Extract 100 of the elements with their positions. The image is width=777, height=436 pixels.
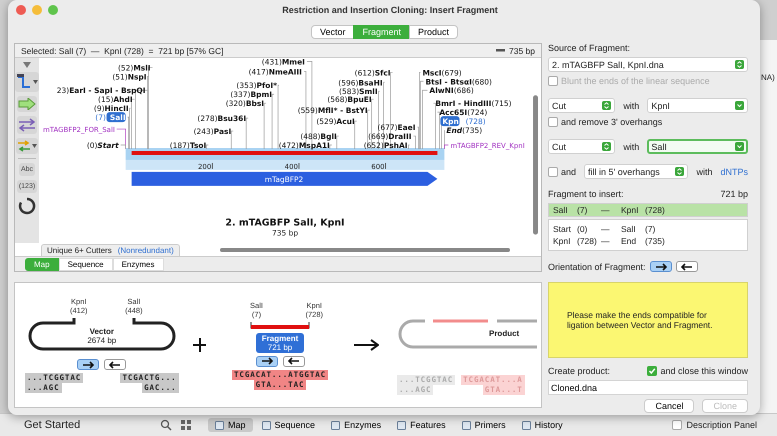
primers-tool[interactable] bbox=[16, 138, 38, 154]
plus-icon bbox=[192, 338, 206, 352]
vector-name: Vector bbox=[90, 327, 114, 336]
fragment-size: 721 bp bbox=[268, 342, 292, 352]
stepper-icon bbox=[602, 142, 612, 151]
step-tab[interactable]: Product bbox=[409, 25, 458, 39]
leader-line bbox=[230, 130, 234, 150]
orientation-button[interactable] bbox=[282, 356, 305, 366]
close-window-checkbox[interactable]: and close this window bbox=[647, 366, 748, 376]
dntps-link[interactable]: dNTPs bbox=[720, 166, 748, 176]
enzymes-tool[interactable] bbox=[15, 72, 39, 92]
enzyme-filter-link[interactable]: (Nonredundant) bbox=[118, 246, 174, 254]
right-arrow-icon bbox=[80, 360, 96, 370]
list-cell-text: SalI bbox=[553, 205, 569, 215]
leader-line bbox=[383, 82, 385, 150]
list-cell-text: KpnI bbox=[553, 236, 572, 246]
warning-message: Please make the ends compatible for ligation between Vector and Fragment. bbox=[567, 310, 714, 330]
leader-line bbox=[336, 136, 340, 150]
arrow-icon bbox=[18, 98, 36, 110]
view-tab[interactable]: Enzymes bbox=[112, 258, 164, 270]
fragment-name: Fragment bbox=[262, 334, 298, 342]
view-tab[interactable]: Sequence bbox=[254, 418, 322, 432]
leader-line bbox=[330, 144, 332, 150]
app-title: Get Started bbox=[24, 419, 82, 431]
with-label: with bbox=[623, 100, 640, 110]
view-tab[interactable]: Sequence bbox=[58, 258, 113, 270]
list-cell-text: — bbox=[601, 224, 610, 234]
orientation-button[interactable] bbox=[77, 359, 100, 370]
source-dropdown[interactable]: 2. mTAGBFP SalI, KpnI.dna bbox=[548, 57, 748, 72]
list-cell-text: (7) bbox=[577, 205, 588, 215]
list-cell-text: (7) bbox=[645, 224, 656, 234]
document-icon bbox=[397, 420, 406, 430]
list-cell-text: (728) bbox=[645, 205, 666, 215]
orientation-button[interactable] bbox=[676, 261, 698, 272]
document-icon bbox=[331, 420, 340, 430]
overhang-checkbox[interactable]: and remove 3' overhangs bbox=[548, 117, 748, 127]
chevron-down-icon bbox=[735, 101, 744, 110]
description-panel-checkbox[interactable]: Description Panel bbox=[672, 420, 757, 430]
leader-line bbox=[264, 102, 266, 150]
view-tab[interactable]: Enzymes bbox=[324, 418, 388, 432]
sequence-length: 735 bp bbox=[509, 46, 535, 56]
exchange-icon bbox=[18, 118, 36, 132]
product-name-field[interactable]: Cloned.dna bbox=[548, 380, 748, 395]
fill-mode-dropdown[interactable]: fill in 5' overhangs bbox=[584, 164, 688, 179]
caret-icon bbox=[33, 80, 38, 84]
fragment-size: 721 bp bbox=[720, 189, 748, 199]
view-tab[interactable]: Map bbox=[208, 418, 253, 432]
close-button[interactable] bbox=[16, 5, 26, 15]
action-dropdown[interactable]: Cut bbox=[548, 98, 616, 113]
minus-icon[interactable] bbox=[496, 48, 505, 53]
stepper-icon bbox=[602, 101, 612, 110]
list-cell-text: (0) bbox=[577, 224, 588, 234]
enzyme-dropdown[interactable]: KpnI bbox=[647, 98, 748, 113]
document-icon bbox=[215, 420, 224, 430]
action-dropdown[interactable]: Cut bbox=[548, 139, 616, 154]
fill-checkbox[interactable]: and bbox=[548, 166, 576, 176]
primer-arrows-icon bbox=[17, 140, 31, 152]
blunt-checkbox: Blunt the ends of the linear sequence bbox=[548, 76, 748, 86]
scrollbar[interactable] bbox=[220, 248, 510, 252]
leader-line bbox=[408, 144, 410, 150]
orientation-button[interactable] bbox=[104, 359, 126, 370]
list-cell-text: Start bbox=[553, 224, 572, 234]
cancel-button[interactable]: Cancel bbox=[644, 399, 694, 413]
create-product-label: Create product: bbox=[548, 366, 610, 376]
section-label: Fragment to insert: bbox=[548, 189, 624, 199]
map-title: 2. mTAGBFP SalI, KpnI bbox=[225, 218, 345, 229]
section-label: Source of Fragment: bbox=[548, 43, 632, 53]
list-cell-text: — bbox=[601, 236, 610, 246]
view-tab[interactable]: History bbox=[514, 418, 570, 432]
step-tab[interactable]: Vector bbox=[310, 25, 354, 39]
document-icon bbox=[262, 420, 271, 430]
chevron-down-icon bbox=[735, 142, 744, 151]
collapse-icon[interactable] bbox=[23, 62, 31, 68]
caret-icon bbox=[32, 144, 37, 148]
search-icon[interactable] bbox=[160, 419, 172, 431]
list-cell-text: KpnI bbox=[621, 205, 640, 215]
reverse-tool[interactable] bbox=[17, 116, 37, 134]
circular-map-icon[interactable] bbox=[18, 197, 36, 215]
enzyme-cut-icon bbox=[16, 74, 32, 90]
orientation-button[interactable] bbox=[650, 261, 672, 272]
leader-line bbox=[246, 118, 249, 150]
enzyme-set-label: Unique 6+ Cutters bbox=[47, 246, 112, 254]
enzyme-dropdown[interactable]: SalI bbox=[647, 139, 748, 154]
enzyme-set-tab[interactable]: Unique 6+ Cutters (Nonredundant) bbox=[41, 244, 180, 256]
view-tab[interactable]: Primers bbox=[454, 418, 513, 432]
scrollbar[interactable] bbox=[533, 95, 538, 235]
leader-line bbox=[206, 144, 209, 150]
leader-line bbox=[272, 94, 274, 150]
view-tab[interactable]: Features bbox=[390, 418, 453, 432]
selection-info: Selected: SalI (7) — KpnI (728) = 721 bp [57% GC] bbox=[21, 46, 224, 56]
grid-icon[interactable] bbox=[180, 419, 192, 431]
leader-line bbox=[354, 120, 358, 150]
leader-line bbox=[278, 84, 280, 150]
left-arrow-icon bbox=[678, 262, 695, 272]
fragment-row[interactable]: SalI (7) — KpnI (728) bbox=[549, 204, 747, 216]
right-arrow-icon bbox=[354, 339, 379, 351]
orientation-button[interactable] bbox=[256, 356, 278, 366]
document-icon bbox=[462, 420, 471, 430]
with-label: with bbox=[623, 142, 640, 152]
orientation-label: Orientation of Fragment: bbox=[548, 262, 646, 272]
